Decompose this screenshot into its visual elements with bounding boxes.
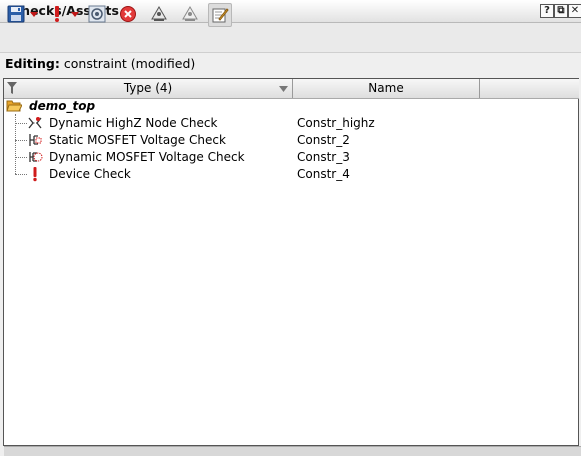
close-button[interactable]: ✕: [568, 4, 581, 18]
column-header-name-label: Name: [368, 81, 404, 95]
filter-icon[interactable]: [7, 82, 17, 95]
stop-icon: [120, 6, 136, 22]
highz-check-icon: [28, 117, 42, 129]
save-dropdown[interactable]: [27, 3, 41, 25]
table-row-name[interactable]: Constr_4: [297, 166, 350, 183]
device-check-icon: [33, 167, 37, 182]
target-icon: [88, 5, 106, 23]
edit-icon: [212, 8, 229, 23]
help-button[interactable]: ?: [540, 4, 554, 18]
check-button[interactable]: [46, 3, 68, 25]
table-row-type[interactable]: Dynamic MOSFET Voltage Check: [49, 149, 245, 166]
dropdown-arrow-icon: [30, 11, 38, 17]
table-row-name[interactable]: Constr_highz: [297, 115, 375, 132]
tree-connector: [15, 157, 27, 158]
toolbar: [0, 23, 581, 53]
editing-label: Editing:: [5, 56, 60, 71]
edit-button[interactable]: [208, 3, 232, 27]
down-tree-icon: [182, 6, 198, 21]
editing-value: constraint (modified): [63, 56, 196, 71]
editing-status: Editing: constraint (modified): [5, 56, 195, 71]
exclamation-icon: [55, 6, 59, 22]
static-mosfet-check-icon: [29, 134, 42, 146]
table-row-type[interactable]: Device Check: [49, 166, 131, 183]
folder-open-icon: [6, 100, 22, 112]
column-header-type-label: Type (4): [123, 81, 173, 95]
navigate-down-button[interactable]: [179, 3, 201, 25]
navigate-up-button[interactable]: [148, 3, 170, 25]
tree-root-demo-top[interactable]: demo_top: [29, 98, 95, 115]
table-row-type[interactable]: Dynamic HighZ Node Check: [49, 115, 217, 132]
sort-arrow-icon: [279, 86, 288, 92]
table-row-name[interactable]: Constr_2: [297, 132, 350, 149]
stop-button[interactable]: [117, 3, 139, 25]
table-header: Type (4) Name: [4, 79, 579, 99]
save-icon: [7, 5, 25, 23]
target-button[interactable]: [86, 3, 108, 25]
tree-connector: [15, 174, 27, 175]
dynamic-mosfet-check-icon: [29, 152, 43, 162]
save-button[interactable]: [5, 3, 27, 25]
table-row-name[interactable]: Constr_3: [297, 149, 350, 166]
column-header-name[interactable]: Name: [293, 79, 480, 98]
check-dropdown[interactable]: [68, 3, 82, 25]
column-header-type[interactable]: Type (4): [4, 79, 293, 98]
float-button[interactable]: ⧉: [554, 4, 568, 18]
tree-connector: [15, 123, 27, 124]
table-row-type[interactable]: Static MOSFET Voltage Check: [49, 132, 226, 149]
dropdown-arrow-icon: [71, 11, 79, 17]
up-tree-icon: [151, 6, 167, 21]
tree-connector: [15, 140, 27, 141]
